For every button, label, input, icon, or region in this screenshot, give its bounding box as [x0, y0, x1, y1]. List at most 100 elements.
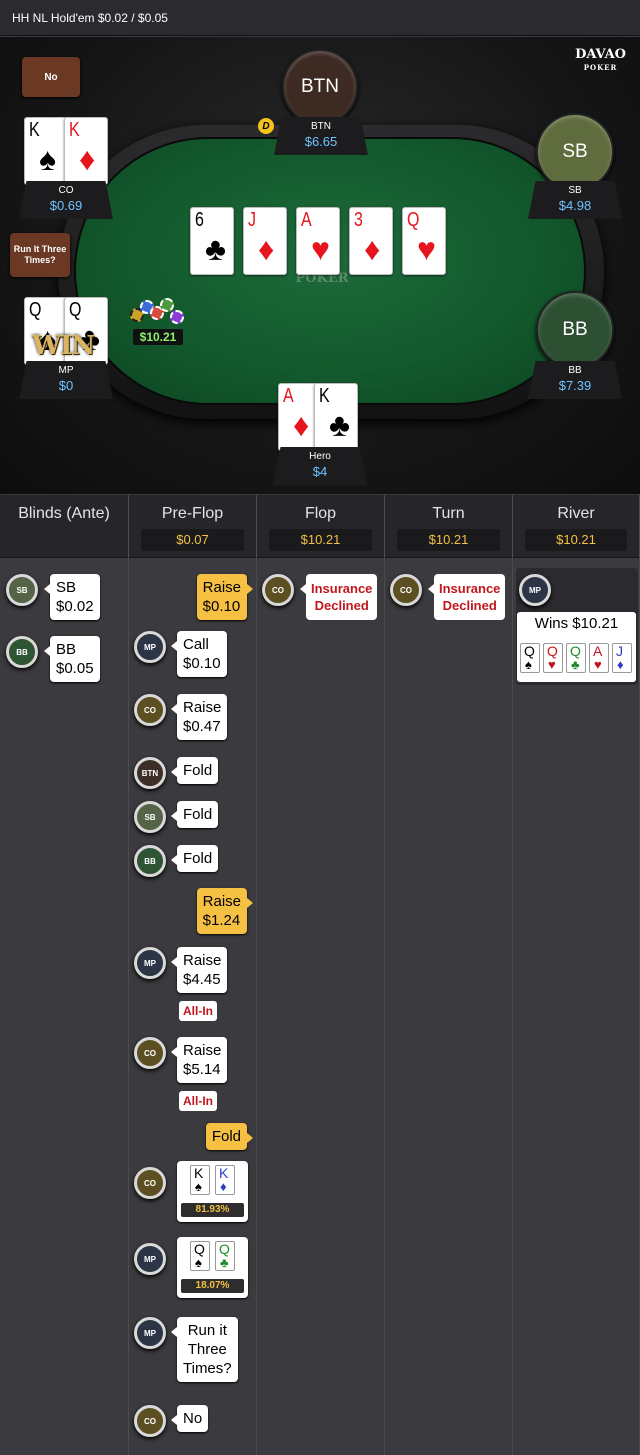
co-position-chip: CO [390, 574, 422, 606]
column-title: Turn [432, 505, 465, 522]
column-pot: $10.21 [269, 529, 372, 551]
column-pot: $0.07 [141, 529, 244, 551]
co-position-chip: CO [134, 1405, 166, 1437]
action-bubble: SB $0.02 [44, 574, 100, 620]
mini-card: J ♦ [612, 643, 632, 673]
card-suit-icon: ♥ [548, 657, 556, 672]
hero-card: K ♣ [314, 383, 358, 451]
card-suit-icon: ♥ [311, 231, 330, 267]
btn-position-chip: BTN [134, 757, 166, 789]
card-rank: K [319, 385, 330, 407]
column-pot: $10.21 [525, 529, 627, 551]
card-suit-icon: ♠ [39, 141, 56, 177]
seat-co[interactable]: CO $0.69 [19, 181, 113, 219]
win-text: Wins $10.21 [534, 615, 619, 632]
card-suit-icon: ♣ [205, 231, 226, 267]
sb-avatar[interactable]: SB [536, 113, 614, 191]
seat-hero[interactable]: Hero $4 [273, 447, 367, 485]
action-bubble: Run it Three Times? [171, 1317, 238, 1382]
board-card: 3 ♦ [349, 207, 393, 275]
action-bubble: No [170, 1405, 209, 1432]
action-bubble: Raise $0.47 [170, 694, 228, 740]
card-suit-icon: ♠ [195, 1179, 202, 1194]
card-suit-icon: ♣ [220, 1255, 229, 1270]
column-title: Blinds (Ante) [18, 505, 110, 522]
column-header: Blinds (Ante) [0, 495, 128, 558]
seat-sb[interactable]: SB $4.98 [528, 181, 622, 219]
co-chat-bubble: No [22, 57, 80, 97]
action-bubble: Raise $5.14 [170, 1037, 228, 1083]
bb-position-chip: BB [6, 636, 38, 668]
sb-position-chip: SB [6, 574, 38, 606]
card-rank: A [301, 209, 312, 231]
card-suit-icon: ♦ [293, 407, 310, 443]
action-bubble: Fold [170, 845, 219, 872]
column-header: River $10.21 [513, 495, 639, 558]
mini-card: Q ♣ [215, 1241, 235, 1271]
equity-percent: 81.93% [181, 1203, 244, 1217]
co-position-chip: CO [134, 1167, 166, 1199]
hero-action: Raise $0.10 [196, 574, 254, 620]
card-suit-icon: ♣ [329, 407, 350, 443]
card-suit-icon: ♣ [571, 657, 580, 672]
equity-percent: 18.07% [181, 1279, 244, 1293]
seat-bb[interactable]: BB $7.39 [528, 361, 622, 399]
seat-btn[interactable]: BTN $6.65 [274, 117, 368, 155]
win-badge: WIN [32, 331, 95, 361]
card-suit-icon: ♦ [364, 231, 381, 267]
mini-card: K ♦ [215, 1165, 235, 1195]
card-suit-icon: ♦ [617, 657, 624, 672]
card-rank: 3 [354, 209, 363, 231]
btn-avatar[interactable]: BTN [282, 49, 358, 125]
history-column: Flop $10.21 [257, 495, 385, 1455]
column-header: Pre-Flop $0.07 [129, 495, 256, 558]
card-rank: Q [69, 299, 82, 321]
insurance-declined: Insurance Declined [299, 574, 378, 620]
co-position-chip: CO [134, 1037, 166, 1069]
mini-card: Q ♥ [543, 643, 563, 673]
card-rank: K [69, 119, 80, 141]
pot-amount: $10.21 [133, 329, 183, 345]
card-suit-icon: ♦ [79, 141, 96, 177]
board-card: Q ♥ [402, 207, 446, 275]
action-bubble: Call $0.10 [171, 631, 227, 677]
board-card: A ♥ [296, 207, 340, 275]
column-title: River [557, 505, 595, 522]
mp-position-chip: MP [134, 947, 166, 979]
mp-position-chip: MP [134, 1317, 166, 1349]
card-suit-icon: ♦ [258, 231, 275, 267]
mp-position-chip: MP [134, 631, 166, 663]
card-suit-icon: ♠ [195, 1255, 202, 1270]
mini-card: Q ♠ [520, 643, 540, 673]
co-card: K ♦ [64, 117, 108, 185]
hand-history: Blinds (Ante) Pre-Flop $0.07 Flop $10.21 Turn… [0, 495, 640, 1455]
column-body [513, 558, 639, 1455]
header-title: HH NL Hold'em $0.02 / $0.05 [0, 0, 640, 36]
action-bubble: BB $0.05 [44, 636, 100, 682]
poker-table: DAVAO POKER POKER 6 ♣ J ♦ A ♥ 3 ♦ Q ♥ BTN D BTN $6.… [0, 37, 640, 494]
co-position-chip: CO [262, 574, 294, 606]
column-body [0, 558, 128, 1455]
bb-avatar[interactable]: BB [536, 291, 614, 369]
hand-replayer: HH NL Hold'em $0.02 / $0.05 DAVAO POKER P… [0, 0, 640, 1455]
card-rank: K [29, 119, 40, 141]
action-bubble: Fold [170, 801, 219, 828]
board-card: J ♦ [243, 207, 287, 275]
column-header: Turn $10.21 [385, 495, 512, 558]
column-body [385, 558, 512, 1455]
mp-position-chip: MP [519, 574, 551, 606]
mini-card: Q ♠ [190, 1241, 210, 1271]
card-rank: Q [29, 299, 42, 321]
action-bubble: Fold [170, 757, 219, 784]
card-suit-icon: ♦ [220, 1179, 227, 1194]
all-in-tag: All-In [179, 1091, 217, 1111]
seat-mp[interactable]: MP $0 [19, 361, 113, 399]
card-suit-icon: ♠ [525, 657, 532, 672]
sb-position-chip: SB [134, 801, 166, 833]
card-rank: J [248, 209, 256, 231]
hero-action: Raise $1.24 [196, 888, 254, 934]
dealer-button-icon: D [258, 118, 274, 134]
brand-logo: DAVAO POKER [575, 47, 626, 72]
column-pot: $10.21 [397, 529, 500, 551]
insurance-declined: Insurance Declined [427, 574, 506, 620]
